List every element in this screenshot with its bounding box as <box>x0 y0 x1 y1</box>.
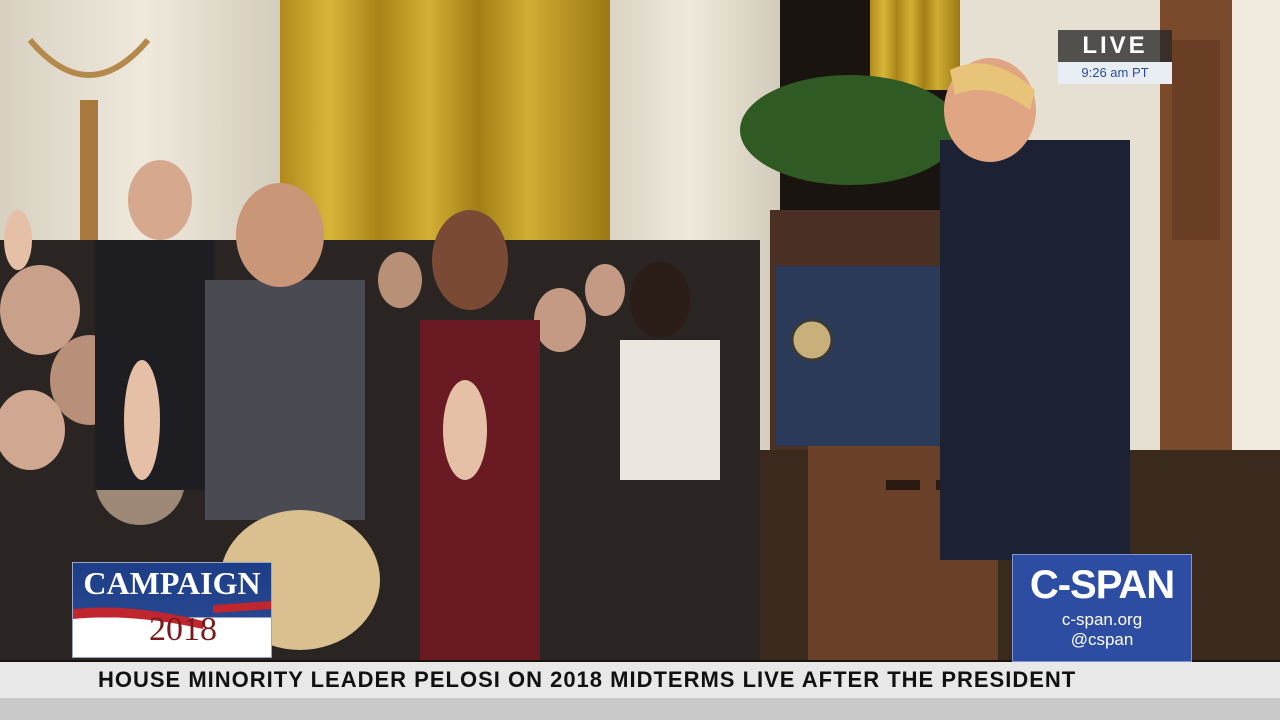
presidential-seal-icon <box>790 318 834 362</box>
speaker-suit <box>940 140 1130 560</box>
campaign-year: 2018 <box>149 611 217 648</box>
raised-hand <box>4 210 32 270</box>
live-bug: LIVE 9:26 am PT <box>1058 30 1172 86</box>
network-website: c-span.org <box>1061 610 1143 629</box>
reporter-suit <box>205 280 365 520</box>
network-handle: @cspan <box>1070 630 1134 649</box>
raised-hand <box>443 380 487 480</box>
podium-slot <box>886 480 920 490</box>
aide-head <box>432 210 508 310</box>
dark-hair-head <box>630 262 690 338</box>
audience-head <box>585 264 625 316</box>
door-panel <box>1172 40 1220 240</box>
gold-curtain-right <box>870 0 960 90</box>
white-jacket-person <box>620 340 720 480</box>
network-name: C-SPAN <box>1029 563 1175 607</box>
audience-head <box>534 288 586 352</box>
news-ticker: HOUSE MINORITY LEADER PELOSI ON 2018 MID… <box>0 662 1280 698</box>
audience-head <box>0 265 80 355</box>
live-time: 9:26 am PT <box>1058 62 1172 84</box>
campaign-2018-logo: CAMPAIGN 2018 <box>72 562 272 658</box>
bottom-band <box>0 698 1280 720</box>
fern-plant <box>740 75 960 185</box>
live-label: LIVE <box>1058 30 1172 62</box>
audience-head <box>378 252 422 308</box>
aide-dress <box>420 320 540 660</box>
campaign-label: CAMPAIGN <box>83 565 261 601</box>
raised-hand <box>124 360 160 480</box>
reporter-head <box>236 183 324 287</box>
standing-man-head <box>128 160 192 240</box>
cspan-logo: C-SPAN c-span.org @cspan <box>1012 554 1192 662</box>
